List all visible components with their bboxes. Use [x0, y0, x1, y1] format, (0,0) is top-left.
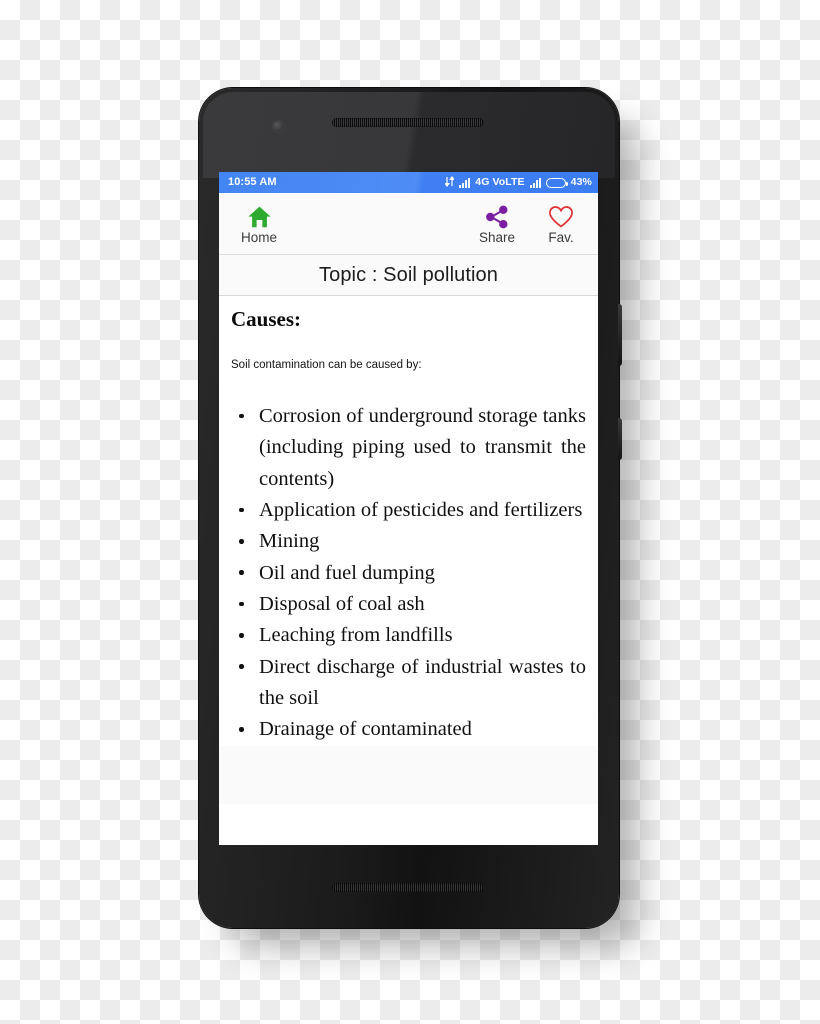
content-bottom-padding [219, 745, 598, 804]
list-item: Disposal of coal ash [231, 589, 586, 620]
home-button[interactable]: Home [228, 203, 290, 245]
list-item-text: Oil and fuel dumping [259, 561, 435, 584]
favorite-button[interactable]: Fav. [530, 203, 592, 245]
bullet-icon [239, 507, 244, 513]
share-icon [485, 203, 509, 229]
list-item: Leaching from landfills [231, 620, 586, 651]
earpiece-speaker-icon [332, 118, 484, 127]
bullet-icon [239, 413, 244, 419]
home-icon [247, 203, 272, 229]
phone-top-glass-panel [203, 92, 615, 178]
battery-icon [545, 177, 568, 188]
power-button[interactable] [618, 418, 622, 460]
phone-screen: 10:55 AM 4G VoLTE 43% Home Share Fav. To… [219, 172, 598, 845]
bottom-speaker-icon [332, 883, 484, 892]
list-item: Oil and fuel dumping [231, 558, 586, 589]
causes-list: Corrosion of underground storage tanks (… [231, 401, 586, 746]
phone-device-frame: 10:55 AM 4G VoLTE 43% Home Share Fav. To… [199, 88, 622, 928]
list-item-text: Disposal of coal ash [259, 593, 425, 616]
list-item-text: Leaching from landfills [259, 624, 453, 647]
list-item-text: Direct discharge of industrial wastes to… [259, 655, 586, 710]
favorite-button-label: Fav. [548, 229, 574, 245]
page-title: Topic : Soil pollution [319, 263, 498, 286]
volume-button[interactable] [618, 304, 622, 366]
battery-percent-label: 43% [570, 176, 592, 189]
bullet-icon [239, 601, 244, 607]
home-button-label: Home [240, 229, 277, 245]
list-item: Drainage of contaminated [231, 714, 586, 745]
front-camera-icon [273, 121, 284, 132]
status-bar: 10:55 AM 4G VoLTE 43% [219, 172, 598, 193]
content-scroll-area[interactable]: Causes: Soil contamination can be caused… [219, 296, 598, 845]
list-item: Direct discharge of industrial wastes to… [231, 652, 586, 715]
intro-paragraph: Soil contamination can be caused by: [231, 359, 422, 372]
bullet-icon [239, 539, 244, 544]
list-item-text: Mining [259, 530, 320, 553]
signal-bars-icon [459, 177, 471, 188]
bullet-icon [239, 633, 244, 638]
signal-bars-icon-secondary [529, 177, 541, 188]
section-heading: Causes: [231, 307, 302, 331]
sync-arrows-icon [444, 175, 456, 190]
bullet-icon [239, 727, 244, 732]
share-button-label: Share [478, 229, 516, 245]
status-bar-indicators: 4G VoLTE 43% [444, 175, 592, 190]
list-item-text: Drainage of contaminated [259, 718, 472, 741]
list-item-text: Corrosion of underground storage tanks (… [259, 404, 586, 490]
bullet-icon [239, 570, 244, 575]
app-toolbar: Home Share Fav. [219, 193, 598, 255]
bullet-icon [239, 664, 244, 669]
share-button[interactable]: Share [466, 203, 528, 245]
list-item: Corrosion of underground storage tanks (… [231, 401, 586, 495]
network-type-label: 4G VoLTE [475, 176, 525, 189]
list-item: Application of pesticides and fertilizer… [231, 495, 586, 526]
list-item-text: Application of pesticides and fertilizer… [259, 498, 583, 521]
topic-title-bar: Topic : Soil pollution [219, 255, 598, 296]
heart-outline-icon [548, 203, 574, 229]
list-item: Mining [231, 526, 586, 557]
status-bar-clock: 10:55 AM [228, 176, 277, 188]
